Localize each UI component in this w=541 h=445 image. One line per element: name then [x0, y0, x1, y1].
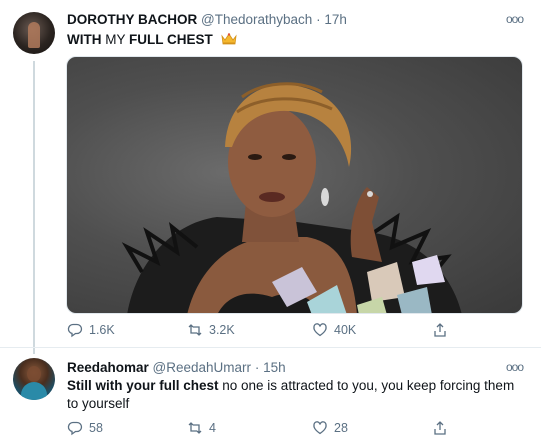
share-icon: [434, 421, 446, 435]
share-button[interactable]: [432, 322, 448, 338]
heart-icon: [313, 421, 327, 435]
timestamp[interactable]: 17h: [324, 12, 347, 27]
author-name[interactable]: DOROTHY BACHOR: [67, 12, 197, 27]
like-button[interactable]: 28: [312, 420, 348, 436]
author-name[interactable]: Reedahomar: [67, 360, 149, 375]
avatar[interactable]: [13, 12, 55, 54]
tweet-text-word: MY: [105, 32, 126, 47]
retweet-button[interactable]: 4: [187, 420, 216, 436]
reply-icon: [67, 421, 83, 436]
retweet-icon: [188, 422, 202, 434]
reply-text-bold: Still with your full chest: [67, 378, 219, 393]
reply-count: 58: [89, 421, 103, 435]
avatar[interactable]: [13, 358, 55, 400]
reply-header: Reedahomar @ReedahUmarr · 15h: [67, 359, 286, 377]
reply-button[interactable]: 58: [67, 420, 103, 436]
reply-button[interactable]: 1.6K: [67, 322, 115, 338]
separator-dot: ·: [254, 360, 260, 375]
like-count: 40K: [334, 323, 357, 337]
thread-connector-line: [33, 61, 35, 354]
separator-dot: ·: [316, 12, 321, 27]
share-icon: [434, 323, 446, 337]
retweet-count: 4: [209, 421, 216, 435]
reply-count: 1.6K: [89, 323, 115, 337]
reply-icon: [67, 323, 83, 338]
heart-icon: [313, 323, 327, 337]
more-options-icon[interactable]: ooo: [506, 12, 524, 26]
tweet-text-word: FULL CHEST: [129, 32, 213, 47]
author-handle[interactable]: @Thedorathybach: [201, 12, 312, 27]
retweet-button[interactable]: 3.2K: [187, 322, 235, 338]
reply-text: Still with your full chest no one is att…: [67, 377, 517, 413]
retweet-icon: [188, 324, 202, 336]
tweet-header: DOROTHY BACHOR @Thedorathybach · 17h: [67, 11, 347, 29]
portrait-image: [121, 82, 462, 313]
like-count: 28: [334, 421, 348, 435]
more-options-icon[interactable]: ooo: [506, 360, 524, 374]
tweet-text: WITH MY FULL CHEST: [67, 31, 237, 49]
timestamp[interactable]: 15h: [263, 360, 286, 375]
like-button[interactable]: 40K: [312, 322, 356, 338]
tweet-divider: [0, 347, 541, 348]
crown-emoji-icon: [220, 33, 237, 45]
retweet-count: 3.2K: [209, 323, 235, 337]
tweet-photo[interactable]: [66, 56, 523, 314]
share-button[interactable]: [432, 420, 448, 436]
author-handle[interactable]: @ReedahUmarr: [153, 360, 252, 375]
tweet-text-word: WITH: [67, 32, 102, 47]
